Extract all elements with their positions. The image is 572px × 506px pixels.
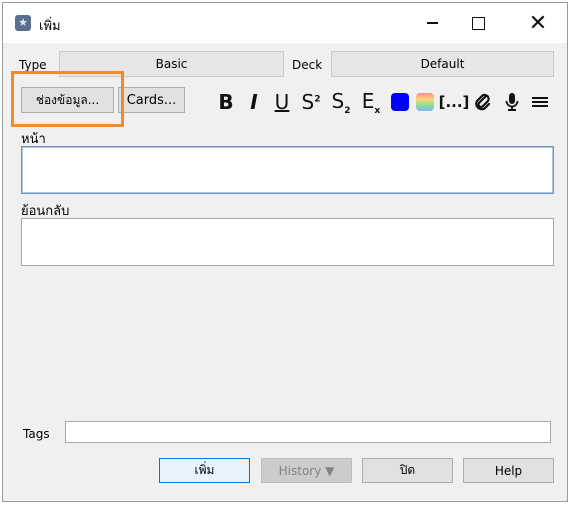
menu-icon [532,97,548,107]
maximize-button[interactable] [455,3,501,43]
note-type-button[interactable]: Basic [59,51,284,77]
cloze-icon: [...] [438,93,470,111]
bold-icon: B [218,90,234,114]
anki-app-icon: ★ [15,15,31,31]
add-button-label: เพิ่ม [194,463,215,477]
add-button[interactable]: เพิ่ม [159,458,250,483]
paperclip-icon [475,93,491,111]
front-field-editor[interactable] [21,146,554,194]
minimize-button[interactable] [409,3,455,43]
underline-button[interactable]: U [271,89,293,115]
note-type-value: Basic [155,57,188,71]
cloze-button[interactable]: [...] [438,89,470,115]
deck-label: Deck [292,58,323,72]
superscript-icon: S2 [301,90,321,114]
help-button-label: Help [494,463,523,478]
text-color-icon [391,93,409,111]
subscript-button[interactable]: S2 [329,88,353,116]
close-icon: ✕ [528,10,548,36]
change-color-icon [416,93,434,111]
tags-input[interactable] [65,421,551,443]
clear-formatting-icon: Ex [361,88,381,116]
add-note-window: ★ เพิ่ม ✕ Type Basic Deck Default ช่องข้… [2,2,568,502]
close-button[interactable]: ปิด [362,458,453,483]
fields-button[interactable]: ช่องข้อมูล... [21,87,114,113]
cards-button-label: Cards... [126,92,177,108]
history-button-label: History ▼ [278,463,335,478]
minimize-icon [426,22,438,24]
italic-button[interactable]: I [243,89,265,115]
type-label: Type [19,58,47,72]
clear-formatting-button[interactable]: Ex [359,88,383,116]
superscript-button[interactable]: S2 [299,89,323,115]
bold-button[interactable]: B [215,89,237,115]
history-button[interactable]: History ▼ [261,458,352,483]
italic-icon: I [250,90,258,114]
back-field-editor[interactable] [21,218,554,266]
maximize-icon [471,16,485,30]
fields-button-label: ช่องข้อมูล... [35,92,100,107]
deck-value: Default [420,57,465,71]
help-button[interactable]: Help [463,458,554,483]
title-bar: ★ เพิ่ม ✕ [3,3,567,43]
cards-button[interactable]: Cards... [118,87,185,113]
subscript-icon: S2 [331,88,351,116]
text-color-button[interactable] [389,89,411,115]
close-window-button[interactable]: ✕ [515,3,561,43]
more-options-button[interactable] [529,89,551,115]
change-color-button[interactable] [414,89,436,115]
underline-icon: U [274,90,290,114]
close-button-label: ปิด [399,463,416,477]
attach-button[interactable] [471,89,495,115]
deck-button[interactable]: Default [331,51,554,77]
window-title: เพิ่ม [39,19,61,34]
tags-label: Tags [23,427,50,441]
microphone-icon [505,93,519,111]
record-audio-button[interactable] [501,89,523,115]
